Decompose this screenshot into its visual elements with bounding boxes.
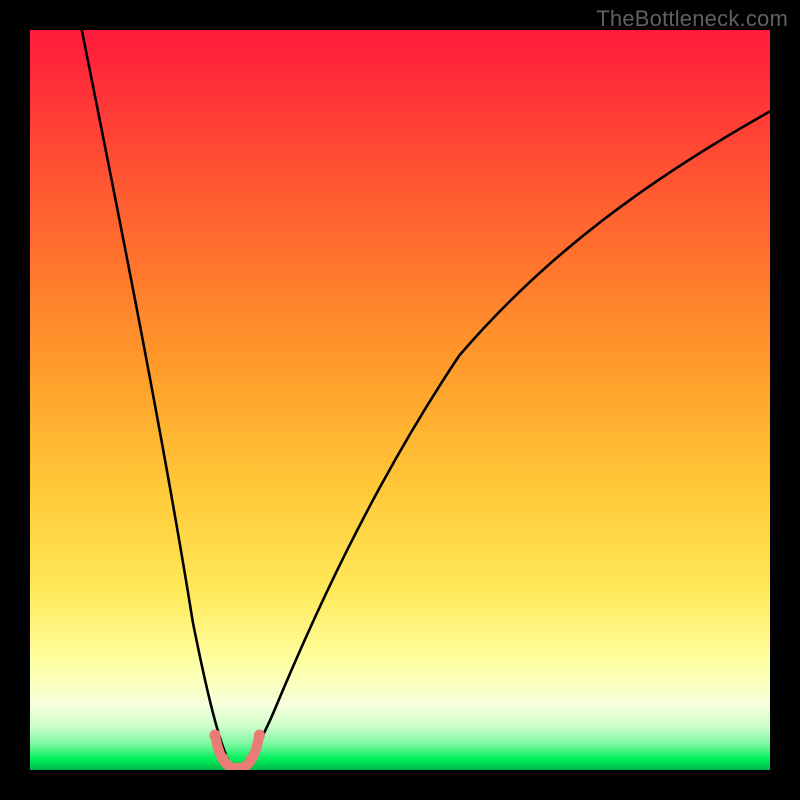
plot-frame: [30, 30, 770, 770]
min-marker: [209, 730, 265, 770]
watermark-text: TheBottleneck.com: [596, 6, 788, 32]
left-curve: [82, 30, 237, 770]
right-curve: [237, 111, 770, 770]
curves-layer: [30, 30, 770, 770]
